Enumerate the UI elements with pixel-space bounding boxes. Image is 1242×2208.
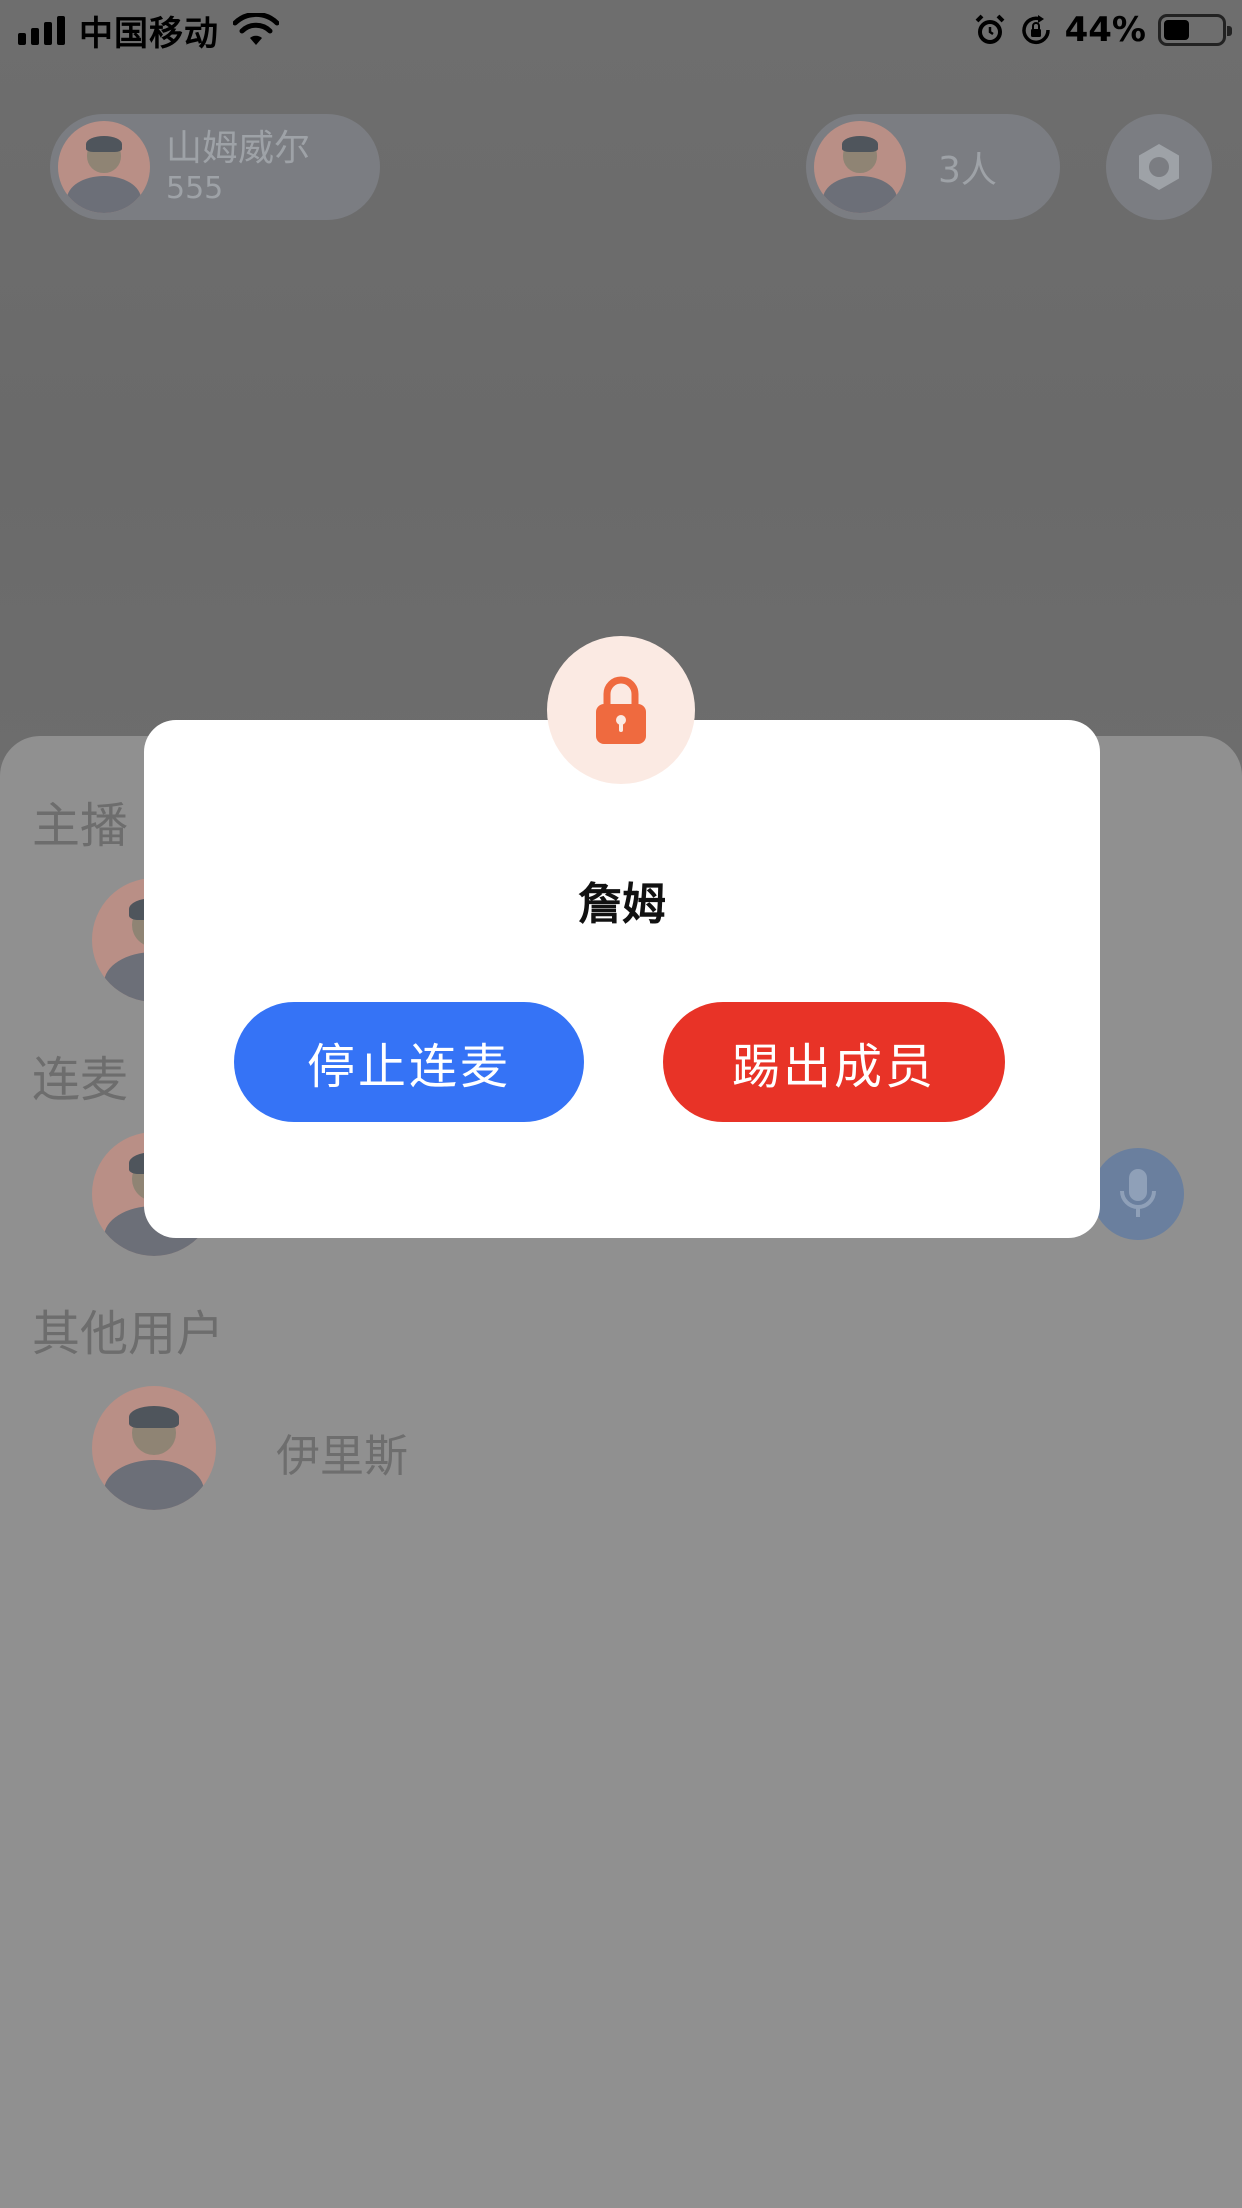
host-info-pill[interactable]: 山姆威尔 555 xyxy=(50,114,380,220)
signal-icon xyxy=(18,15,65,45)
alarm-icon xyxy=(975,14,1005,44)
section-others-title: 其他用户 xyxy=(32,1306,225,1362)
stop-cohost-button[interactable]: 停止连麦 xyxy=(234,1002,584,1122)
host-id: 555 xyxy=(166,171,224,206)
battery-percent: 44% xyxy=(1064,10,1146,50)
host-avatar xyxy=(58,121,150,213)
section-cohost-title: 连麦 xyxy=(32,1052,129,1108)
member-action-dialog xyxy=(144,720,1100,1238)
lock-badge xyxy=(547,636,695,784)
kick-member-button[interactable]: 踢出成员 xyxy=(663,1002,1005,1122)
rotation-lock-icon xyxy=(1021,15,1050,45)
wifi-icon xyxy=(233,13,279,45)
audience-avatar xyxy=(814,121,906,213)
carrier-label: 中国移动 xyxy=(79,13,219,54)
dialog-title: 詹姆 xyxy=(578,879,666,930)
section-host-title: 主播 xyxy=(32,798,129,854)
host-name: 山姆威尔 xyxy=(166,128,311,169)
battery-icon xyxy=(1158,14,1232,46)
audience-count: 3人 xyxy=(938,150,997,191)
audience-pill[interactable]: 3人 xyxy=(806,114,1060,220)
screen: 中国移动 44% 山姆威尔 555 3人 主播 连麦 其他用户 伊里斯 詹姆 停… xyxy=(0,0,1242,2208)
mic-button[interactable] xyxy=(1092,1148,1184,1240)
other-member-name[interactable]: 伊里斯 xyxy=(276,1420,408,1484)
other-member-avatar xyxy=(92,1386,216,1510)
settings-button[interactable] xyxy=(1106,114,1212,220)
microphone-icon xyxy=(1120,1169,1156,1217)
gear-icon xyxy=(1139,144,1179,190)
status-bar: 中国移动 44% xyxy=(0,0,1242,60)
lock-icon xyxy=(596,676,646,744)
